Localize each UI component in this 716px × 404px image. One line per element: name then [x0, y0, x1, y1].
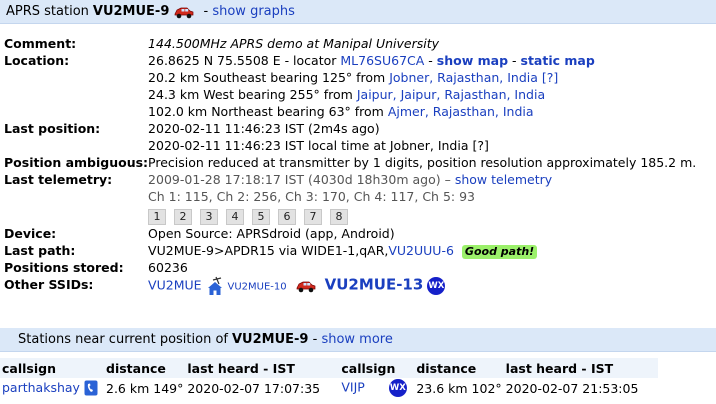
telemetry-time: 2009-01-28 17:18:17 IST (4030d 18h30m ag…	[148, 172, 451, 187]
column-header: last heard - IST	[185, 358, 340, 378]
column-header: callsign	[339, 358, 415, 378]
channel-button[interactable]: 6	[278, 209, 297, 225]
location-row: Location: 26.8625 N 75.5508 E - locator …	[4, 52, 696, 120]
last-position-line-2: 2020-02-11 11:46:23 IST local time at Jo…	[148, 138, 489, 153]
car-icon	[175, 7, 194, 18]
table-header-row: callsign distance last heard - IST calls…	[0, 358, 658, 378]
telemetry-channels: Ch 1: 115, Ch 2: 256, Ch 3: 170, Ch 4: 1…	[148, 189, 475, 204]
ambiguous-row: Position ambiguous: Precision reduced at…	[4, 154, 696, 171]
location-dash-2: -	[508, 53, 521, 68]
last-path-label: Last path:	[4, 243, 76, 258]
header-prefix: APRS station	[6, 4, 89, 19]
station-header: APRS station VU2MUE-9 - show graphs	[0, 0, 716, 24]
device-value: Open Source: APRSdroid (app, Android)	[148, 226, 395, 241]
ssid-link[interactable]: VU2MUE-10	[228, 282, 287, 293]
near-place-link[interactable]: Jaipur, Jaipur, Rajasthan, India	[357, 87, 545, 102]
ssids-row: Other SSIDs: VU2MUE VU2MUE-10 VU2MUE-13 …	[4, 276, 696, 296]
channel-button[interactable]: 8	[330, 209, 349, 225]
phone-icon	[84, 380, 98, 396]
near-header-separator: -	[308, 332, 322, 347]
last-heard-cell: 2020-02-07 21:53:05	[505, 380, 639, 396]
last-position-row: Last position: 2020-02-11 11:46:23 IST (…	[4, 120, 696, 154]
positions-label: Positions stored:	[4, 260, 124, 275]
near-header-callsign: VU2MUE-9	[232, 332, 309, 347]
channel-button[interactable]: 2	[174, 209, 193, 225]
device-label: Device:	[4, 226, 57, 241]
car-icon	[296, 281, 315, 293]
positions-row: Positions stored: 60236	[4, 259, 696, 276]
near-place-text: 102.0 km Northeast bearing 63° from	[148, 104, 384, 119]
last-heard-cell: 2020-02-07 17:07:35	[187, 380, 321, 396]
near-place-text: 20.2 km Southeast bearing 125° from	[148, 70, 386, 85]
channel-button[interactable]: 1	[148, 209, 167, 225]
station-info-table: Comment: 144.500MHz APRS demo at Manipal…	[4, 35, 696, 296]
show-graphs-link[interactable]: show graphs	[212, 4, 295, 19]
column-header: distance	[104, 358, 186, 378]
near-place-line: 20.2 km Southeast bearing 125° from Jobn…	[148, 69, 696, 86]
wx-icon: WX	[388, 379, 407, 397]
telemetry-channel-buttons: 12345678	[148, 205, 696, 225]
wx-icon: WX	[427, 277, 446, 295]
last-position-label: Last position:	[4, 121, 101, 136]
static-map-link[interactable]: static map	[521, 53, 595, 68]
show-telemetry-link[interactable]: show telemetry	[455, 172, 552, 187]
channel-button[interactable]: 5	[252, 209, 271, 225]
column-header: last heard - IST	[503, 358, 658, 378]
column-header: distance	[414, 358, 504, 378]
ambiguous-label: Position ambiguous:	[4, 155, 149, 170]
distance-cell: 2.6 km 149°	[106, 380, 184, 396]
locator-link[interactable]: ML76SU67CA	[340, 53, 424, 68]
near-place-text: 24.3 km West bearing 255° from	[148, 87, 353, 102]
near-place-line: 24.3 km West bearing 255° from Jaipur, J…	[148, 86, 696, 103]
column-header: callsign	[0, 358, 104, 378]
near-stations-header: Stations near current position of VU2MUE…	[0, 328, 716, 352]
near-header-prefix: Stations near current position of	[18, 332, 228, 347]
channel-button[interactable]: 7	[304, 209, 323, 225]
header-separator: -	[199, 4, 213, 19]
channel-button[interactable]: 3	[200, 209, 219, 225]
station-callsign: VU2MUE-9	[92, 4, 170, 19]
comment-value: 144.500MHz APRS demo at Manipal Universi…	[148, 36, 440, 51]
station-link[interactable]: VIJP	[341, 380, 364, 395]
show-map-link[interactable]: show map	[437, 53, 508, 68]
comment-label: Comment:	[4, 36, 77, 51]
table-row: parthakshay 2.6 km 149° 2020-02-07 17:07…	[0, 378, 658, 398]
last-path-row: Last path: VU2MUE-9>APDR15 via WIDE1-1,q…	[4, 242, 696, 259]
telemetry-label: Last telemetry:	[4, 172, 113, 187]
help-link[interactable]: [?]	[542, 70, 558, 85]
ssids-label: Other SSIDs:	[4, 277, 94, 292]
distance-cell: 23.6 km 102°	[416, 380, 502, 396]
last-position-line-1: 2020-02-11 11:46:23 IST (2m4s ago)	[148, 121, 380, 136]
digi-link[interactable]: VU2UUU-6	[388, 243, 454, 258]
near-place-line: 102.0 km Northeast bearing 63° from Ajme…	[148, 103, 696, 120]
ambiguous-value: Precision reduced at transmitter by 1 di…	[148, 155, 697, 170]
location-label: Location:	[4, 53, 70, 68]
location-dash: -	[424, 53, 437, 68]
last-path-value: VU2MUE-9>APDR15 via WIDE1-1,qAR,	[148, 243, 389, 258]
near-place-link[interactable]: Jobner, Rajasthan, India	[389, 70, 538, 85]
telemetry-row: Last telemetry: 2009-01-28 17:18:17 IST …	[4, 171, 696, 225]
show-more-link[interactable]: show more	[321, 332, 392, 347]
ssid-link[interactable]: VU2MUE-13	[325, 276, 424, 294]
device-row: Device: Open Source: APRSdroid (app, And…	[4, 225, 696, 242]
near-place-link[interactable]: Ajmer, Rajasthan, India	[388, 104, 534, 119]
channel-button[interactable]: 4	[226, 209, 245, 225]
comment-row: Comment: 144.500MHz APRS demo at Manipal…	[4, 35, 696, 52]
good-path-badge: Good path!	[461, 245, 538, 259]
positions-value: 60236	[148, 260, 188, 275]
near-stations-table: callsign distance last heard - IST calls…	[0, 358, 658, 398]
station-link[interactable]: parthakshay	[2, 380, 80, 395]
ssid-link[interactable]: VU2MUE	[148, 278, 202, 293]
house-antenna-icon	[207, 276, 222, 295]
location-coords: 26.8625 N 75.5508 E - locator	[148, 53, 337, 68]
